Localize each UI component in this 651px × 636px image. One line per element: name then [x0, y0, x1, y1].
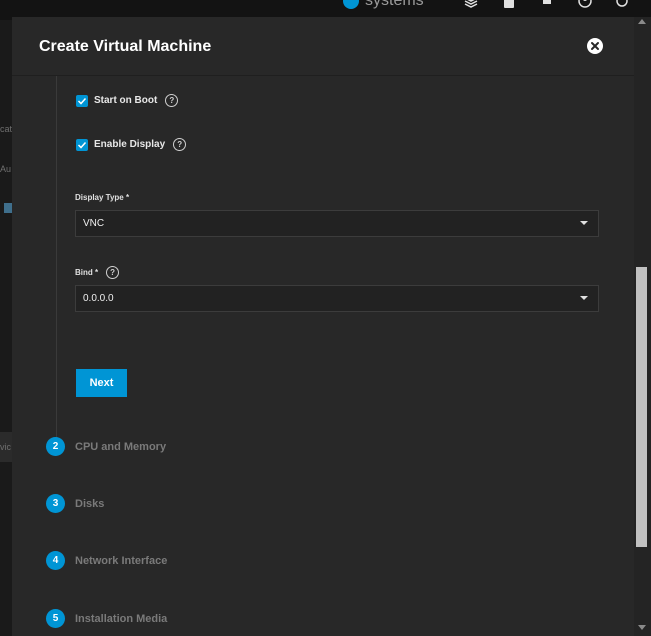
- truecommand-icon[interactable]: [464, 0, 478, 8]
- step-label: CPU and Memory: [75, 440, 167, 453]
- background-chip: [4, 203, 12, 213]
- dialog-title: Create Virtual Machine: [39, 38, 212, 55]
- brand-text: systems: [365, 0, 424, 9]
- bind-label: Bind * ?: [75, 266, 120, 279]
- account-icon[interactable]: [578, 0, 592, 8]
- scroll-down-arrow-icon[interactable]: [638, 625, 646, 630]
- close-icon: [591, 42, 599, 50]
- clipboard-icon[interactable]: [502, 0, 516, 8]
- enable-display-row: Enable Display ?: [76, 138, 187, 151]
- scrollbar[interactable]: [634, 17, 651, 636]
- bind-label-text: Bind *: [75, 268, 99, 277]
- start-on-boot-label: Start on Boot: [94, 95, 158, 106]
- scrollbar-thumb[interactable]: [636, 267, 647, 547]
- start-on-boot-checkbox[interactable]: [76, 94, 88, 107]
- step-number: 5: [46, 609, 65, 628]
- ix-logo-icon: [343, 0, 359, 9]
- display-type-label-text: Display Type *: [75, 193, 130, 202]
- help-icon[interactable]: ?: [173, 138, 187, 151]
- brand-logo: systems: [343, 0, 424, 10]
- create-vm-dialog: Create Virtual Machine Start on Boot ? E…: [12, 17, 634, 636]
- scroll-up-arrow-icon[interactable]: [638, 19, 646, 24]
- display-type-label: Display Type *: [75, 193, 129, 202]
- background-text: cat: [0, 124, 12, 134]
- dialog-header: Create Virtual Machine: [12, 17, 634, 76]
- checkmark-icon: [77, 141, 87, 149]
- checkmark-icon: [77, 97, 87, 105]
- bell-icon[interactable]: [540, 0, 554, 8]
- background-text: vic: [0, 442, 11, 452]
- step-label: Installation Media: [75, 612, 168, 625]
- next-button[interactable]: Next: [76, 369, 127, 397]
- start-on-boot-row: Start on Boot ?: [76, 94, 179, 107]
- step-number: 4: [46, 551, 65, 570]
- display-type-value: VNC: [83, 218, 105, 229]
- step-label: Disks: [75, 497, 105, 510]
- display-type-select[interactable]: VNC: [75, 210, 599, 237]
- bind-value: 0.0.0.0: [83, 293, 114, 304]
- enable-display-checkbox[interactable]: [76, 138, 88, 151]
- step-installation-media[interactable]: 5 Installation Media: [46, 609, 167, 628]
- step-number: 2: [46, 437, 65, 456]
- help-icon[interactable]: ?: [165, 94, 179, 107]
- dropdown-arrow-icon: [580, 221, 588, 225]
- help-icon[interactable]: ?: [106, 266, 120, 279]
- enable-display-label: Enable Display: [94, 139, 166, 150]
- bind-select[interactable]: 0.0.0.0: [75, 285, 599, 312]
- dropdown-arrow-icon: [580, 296, 588, 300]
- power-icon[interactable]: [615, 0, 629, 8]
- step-network-interface[interactable]: 4 Network Interface: [46, 551, 167, 570]
- step-number: 3: [46, 494, 65, 513]
- step-disks[interactable]: 3 Disks: [46, 494, 104, 513]
- background-text: Au: [0, 164, 12, 174]
- stepper-line: [56, 76, 57, 456]
- step-label: Network Interface: [75, 554, 168, 567]
- step-cpu-memory[interactable]: 2 CPU and Memory: [46, 437, 166, 456]
- close-button[interactable]: [587, 38, 603, 54]
- background-sidebar: [0, 20, 12, 636]
